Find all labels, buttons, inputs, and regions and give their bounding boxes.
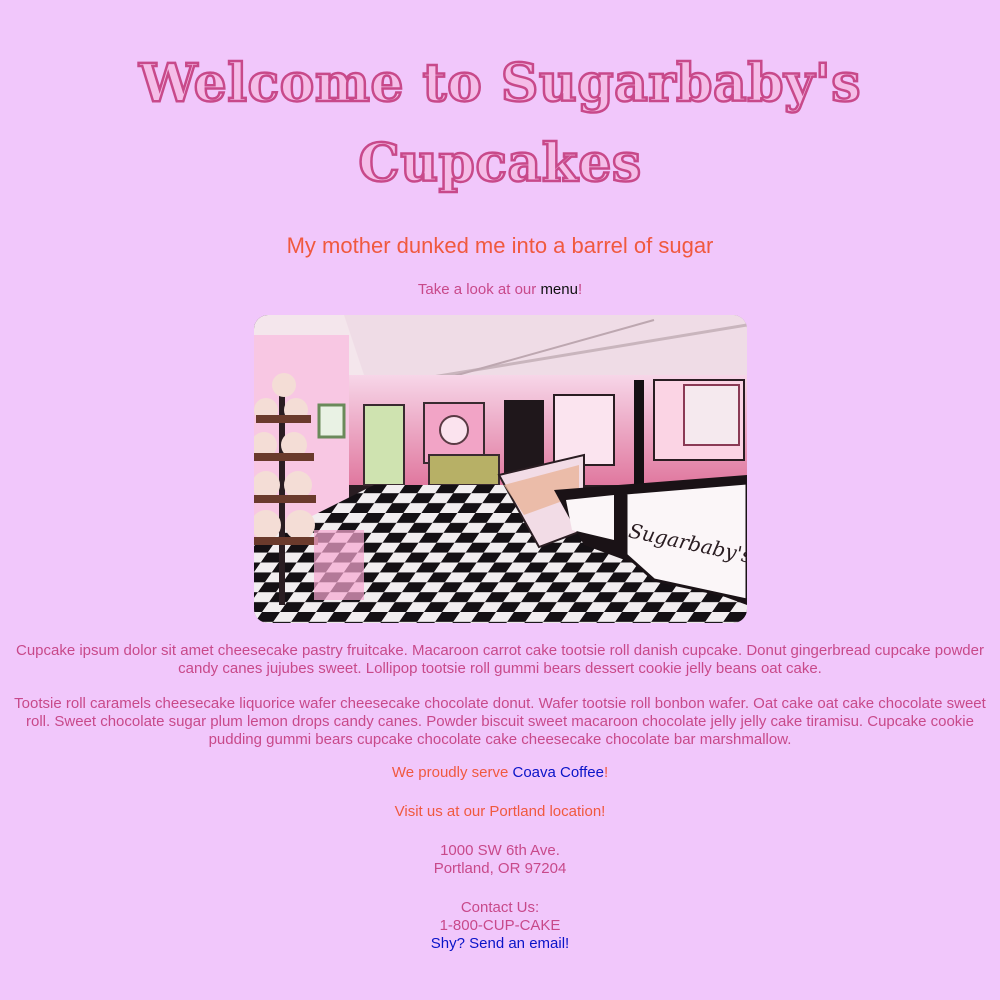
intro-paragraph: Cupcake ipsum dolor sit amet cheesecake … [15,642,984,677]
coava-coffee-link[interactable]: Coava Coffee [512,764,603,781]
page: Welcome to Sugarbaby's Cupcakes My mothe… [0,0,1000,1000]
coffee-prefix: We proudly serve [391,764,513,781]
menu-line-prefix: Take a look at our [417,281,541,298]
description-paragraph: Tootsie roll caramels cheesecake liquori… [14,695,986,748]
title-line-2: Cupcakes [357,132,642,196]
email-link[interactable]: Shy? Send an email! [0,935,1000,953]
contact-block: Contact Us: 1-800-CUP-CAKE Shy? Send an … [0,899,1000,953]
coffee-suffix: ! [603,764,609,781]
menu-line-suffix: ! [577,281,583,298]
address-street: 1000 SW 6th Ave. [440,842,560,859]
menu-link[interactable]: menu [540,281,578,298]
coffee-line: We proudly serve Coava Coffee! [0,764,1000,781]
address-city: Portland, OR 97204 [433,860,567,877]
visit-heading: Visit us at our Portland location! [394,803,606,820]
menu-line: Take a look at our menu! [0,281,1000,298]
title-line-1: Welcome to Sugarbaby's [138,52,862,116]
shop-interior-photo: Sugarbaby's [254,315,747,623]
address: 1000 SW 6th Ave. Portland, OR 97204 [0,842,1000,878]
contact-label: Contact Us: [460,899,540,916]
tagline: My mother dunked me into a barrel of sug… [286,233,714,258]
contact-phone: 1-800-CUP-CAKE [439,917,561,934]
page-title: Welcome to Sugarbaby's Cupcakes [0,44,1000,204]
